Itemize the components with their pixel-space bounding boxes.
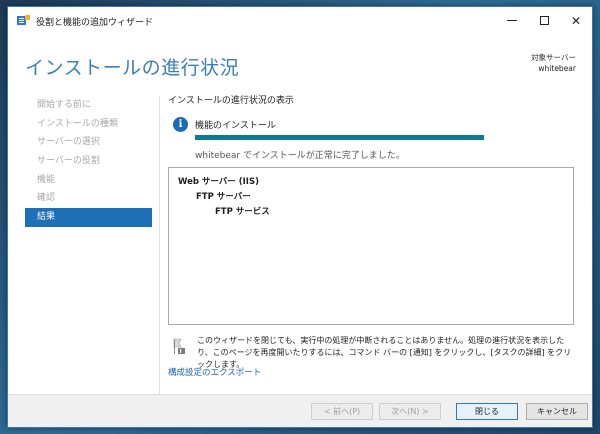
nav-item-server-roles: サーバーの役割 xyxy=(37,156,100,167)
results-list[interactable]: Web サーバー (IIS) FTP サーバー FTP サービス xyxy=(168,167,574,325)
wizard-window: 役割と機能の追加ウィザード ✕ インストールの進行状況 対象サーバー white… xyxy=(7,6,593,428)
cancel-button[interactable]: キャンセル xyxy=(526,403,588,420)
nav-item-before-you-begin: 開始する前に xyxy=(37,100,92,110)
nav-item-server-selection: サーバーの選択 xyxy=(37,137,100,148)
close-window-button[interactable]: ✕ xyxy=(560,7,592,34)
maximize-button[interactable] xyxy=(528,7,560,34)
server-manager-icon xyxy=(17,15,30,25)
target-server-info: 対象サーバー whitebear xyxy=(531,52,576,74)
install-status-text: whitebear でインストールが正常に完了しました。 xyxy=(195,151,405,161)
maximize-icon xyxy=(539,16,549,25)
page-title: インストールの進行状況 xyxy=(25,57,240,79)
close-icon: ✕ xyxy=(570,13,582,28)
minimize-icon xyxy=(507,20,517,21)
previous-button[interactable]: < 前へ(P) xyxy=(311,403,373,420)
progress-fill xyxy=(195,135,484,140)
close-button[interactable]: 閉じる xyxy=(456,403,518,420)
nav-divider xyxy=(159,96,160,394)
section-heading: インストールの進行状況の表示 xyxy=(168,96,294,106)
info-icon: i xyxy=(173,117,188,132)
window-title: 役割と機能の追加ウィザード xyxy=(36,18,154,28)
result-item-web-server: Web サーバー (IIS) xyxy=(178,177,259,187)
minimize-button[interactable] xyxy=(496,7,528,34)
progress-bar xyxy=(195,135,484,140)
nav-item-features: 機能 xyxy=(37,174,56,185)
wizard-nav: 開始する前に インストールの種類 サーバーの選択 サーバーの役割 機能 確認 結… xyxy=(25,96,152,227)
target-server-name: whitebear xyxy=(538,64,576,73)
result-item-ftp-server: FTP サーバー xyxy=(196,192,251,202)
result-item-ftp-service: FTP サービス xyxy=(215,207,270,217)
wizard-footer: < 前へ(P) 次へ(N) > 閉じる キャンセル xyxy=(8,394,592,427)
nav-item-installation-type: インストールの種類 xyxy=(37,118,118,129)
nav-item-results[interactable]: 結果 xyxy=(25,208,152,227)
nav-item-confirmation: 確認 xyxy=(37,193,56,204)
target-server-label: 対象サーバー xyxy=(531,53,576,62)
title-bar[interactable]: 役割と機能の追加ウィザード ✕ xyxy=(8,7,592,34)
note-flag-icon xyxy=(173,338,185,354)
feature-install-label: 機能のインストール xyxy=(195,121,276,131)
export-config-link[interactable]: 構成設定のエクスポート xyxy=(168,366,261,378)
next-button[interactable]: 次へ(N) > xyxy=(379,403,441,420)
